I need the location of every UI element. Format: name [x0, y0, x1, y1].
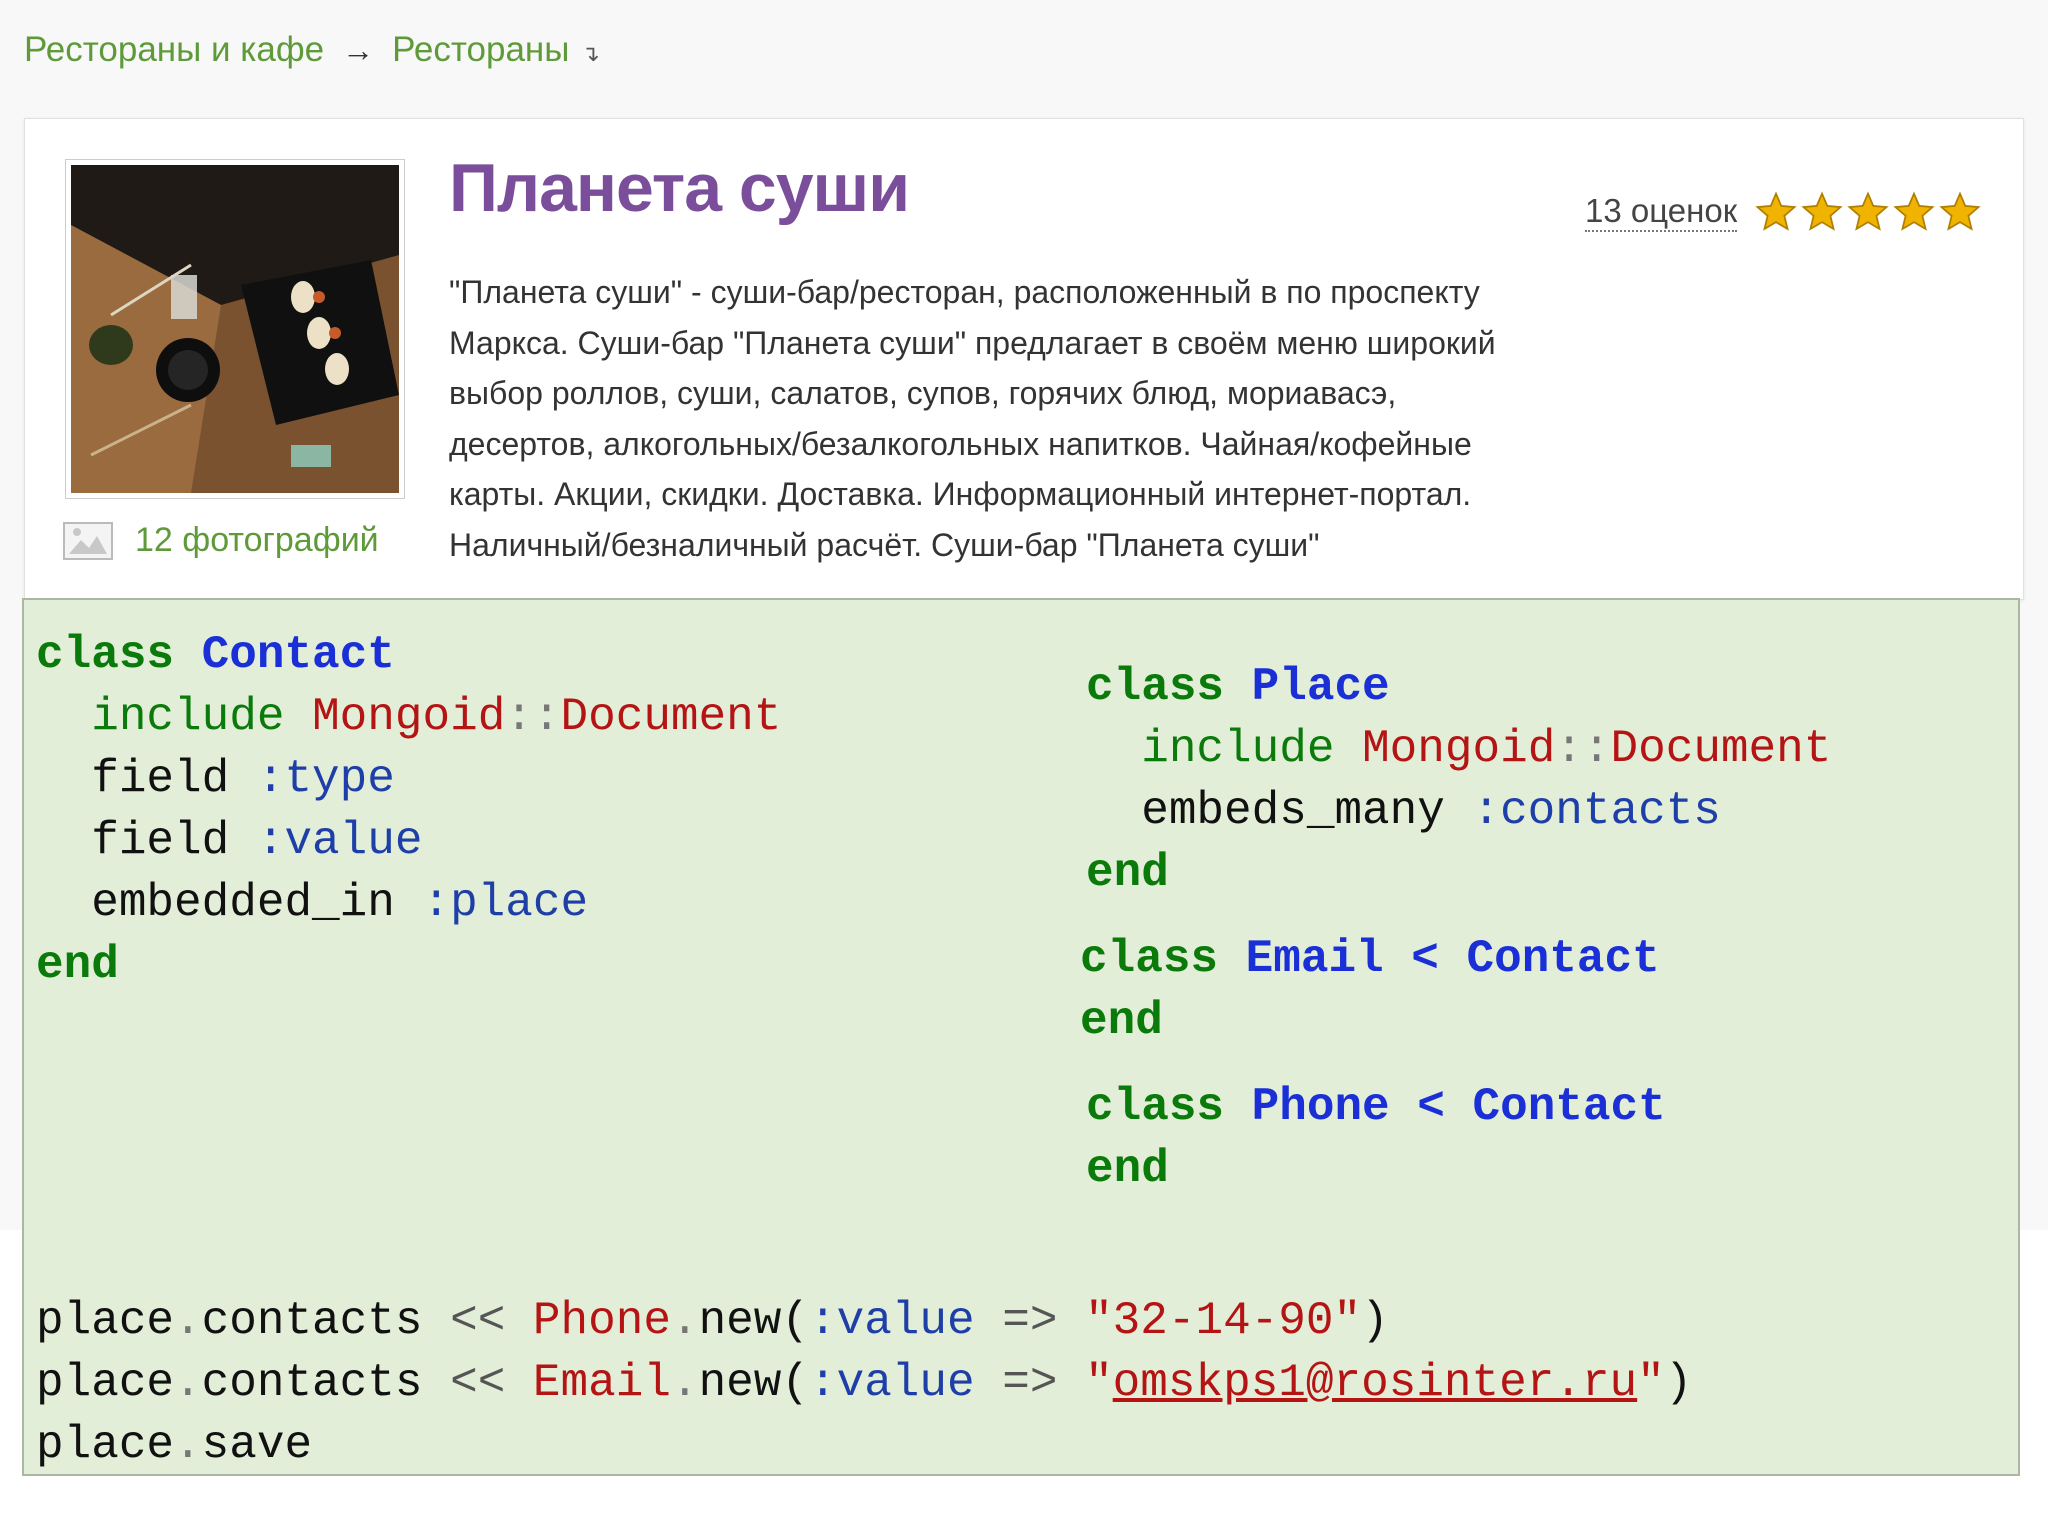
breadcrumb-restaurants-and-cafes[interactable]: Рестораны и кафе — [24, 30, 324, 70]
photos-link[interactable]: 12 фотографий — [63, 521, 379, 560]
place-title: Планета суши — [449, 150, 910, 226]
contact-class-code: class Contact include Mongoid::Document … — [36, 629, 782, 991]
breadcrumb-separator: → — [342, 31, 375, 68]
usage-code: place.contacts << Phone.new(:value => "3… — [36, 1295, 1693, 1471]
email-class-code: class Email < Contact end — [1080, 933, 1660, 1047]
code-panel: class Contact include Mongoid::Document … — [22, 598, 2020, 1476]
star-icon — [1847, 191, 1889, 231]
breadcrumb-restaurants[interactable]: Рестораны — [392, 30, 569, 70]
star-icon — [1801, 191, 1843, 231]
place-photo-image — [71, 165, 399, 493]
breadcrumb: Рестораны и кафе → Рестораны ↴ — [24, 30, 600, 70]
star-icon — [1755, 191, 1797, 231]
rating-count-link[interactable]: 13 оценок — [1585, 192, 1738, 232]
photos-count: 12 фотографий — [135, 521, 379, 559]
rating-stars[interactable] — [1755, 191, 1981, 233]
image-icon — [63, 521, 113, 560]
place-description: "Планета суши" - суши-бар/ресторан, расп… — [449, 274, 1496, 563]
dropdown-arrow-icon[interactable]: ↴ — [581, 41, 599, 67]
phone-class-code: class Phone < Contact end — [1086, 1081, 1666, 1195]
star-icon — [1939, 191, 1981, 231]
place-photo[interactable] — [65, 159, 405, 499]
place-class-code: class Place include Mongoid::Document em… — [1086, 661, 1832, 899]
rating: 13 оценок — [1585, 191, 1981, 233]
star-icon — [1893, 191, 1935, 231]
place-card: 12 фотографий Планета суши "Планета суши… — [24, 118, 2024, 600]
